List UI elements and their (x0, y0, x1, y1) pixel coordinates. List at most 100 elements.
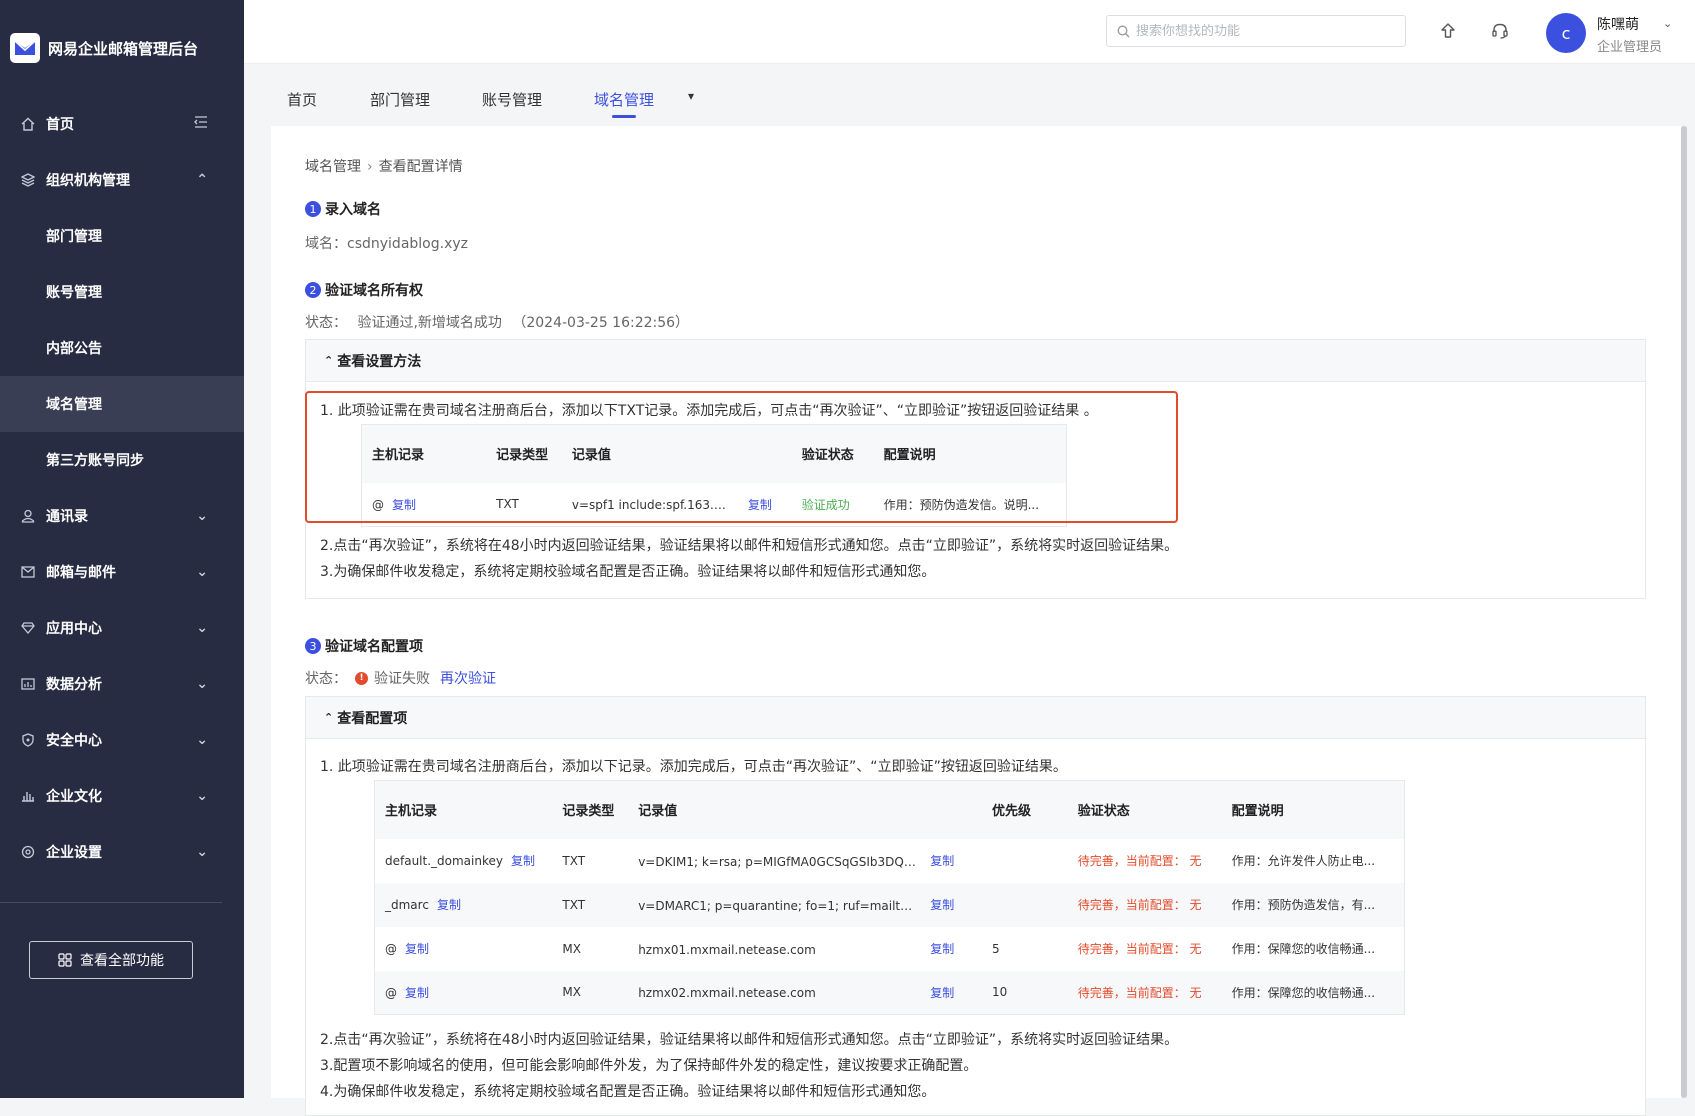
sidebar-item-analytics[interactable]: 数据分析 ⌄ (0, 656, 244, 712)
tab-bar: 首页 部门管理 账号管理 域名管理 ▾ (244, 64, 1695, 126)
error-icon: ! (355, 671, 368, 685)
priority-cell (982, 839, 1068, 883)
table-row: @ 复制 MX hzmx01.mxmail.netease.com 复制 5 待完善… (375, 927, 1405, 971)
description-cell: 作用：保障您的收信畅通... (1221, 970, 1405, 1015)
host-cell: @ 复制 (374, 970, 553, 1015)
breadcrumb-current: 查看配置详情 (378, 159, 463, 175)
tab-home[interactable]: 首页 (287, 89, 317, 110)
verify-status-cell: 待完善，当前配置： 无 (1077, 854, 1202, 868)
sidebar-item-accounts[interactable]: 账号管理 (0, 264, 244, 320)
column-header: 配置说明 (1221, 780, 1405, 839)
highlight-annotation-box (305, 391, 1178, 523)
verify-status-cell: 待完善，当前配置： 无 (1077, 942, 1202, 956)
top-bar: c 陈嘿萌 企业管理员 ⌄ (244, 0, 1695, 64)
sidebar-item-domain[interactable]: 域名管理 (0, 376, 244, 432)
copy-value-link[interactable]: 复制 (930, 986, 954, 1000)
config-note-1: 1. 此项验证需在贵司域名注册商后台，添加以下记录。添加完成后，可点击“再次验证… (320, 759, 1067, 775)
record-value: hzmx01.mxmail.netease.com (638, 942, 816, 957)
chevron-down-icon: ⌄ (196, 732, 208, 748)
grid-icon (58, 953, 72, 967)
description-text: 作用：保障您的收信畅通... (1231, 942, 1376, 956)
status-label: 状态： (305, 315, 347, 331)
table-row: _dmarc 复制 TXT v=DMARC1; p=quarantine; fo=… (374, 882, 1405, 927)
status-text: 验证失败 (374, 671, 430, 687)
copy-value-link[interactable]: 复制 (930, 854, 954, 868)
scrollbar-thumb[interactable] (1681, 126, 1687, 1098)
view-all-features-button[interactable]: 查看全部功能 (29, 941, 193, 979)
copy-host-link[interactable]: 复制 (405, 942, 429, 956)
column-header: 记录值 (628, 780, 983, 839)
tabs-more-chevron-icon[interactable]: ▾ (688, 89, 694, 103)
chevron-down-icon: ⌄ (196, 788, 208, 804)
type-cell: MX (552, 970, 629, 1015)
chevron-down-icon[interactable]: ⌄ (1663, 17, 1672, 30)
type-cell: TXT (552, 882, 629, 927)
record-value: hzmx02.mxmail.netease.com (638, 986, 816, 1001)
upload-icon[interactable] (1437, 20, 1459, 42)
tab-domain[interactable]: 域名管理 (594, 89, 654, 118)
tab-department[interactable]: 部门管理 (370, 89, 430, 110)
sidebar-item-culture[interactable]: 企业文化 ⌄ (0, 768, 244, 824)
description-cell: 作用：保障您的收信畅通... (1222, 927, 1405, 971)
sidebar-item-contacts[interactable]: 通讯录 ⌄ (0, 488, 244, 544)
config-note-2: 2.点击“再次验证”，系统将在48小时内返回验证结果，验证结果将以邮件和短信形式… (320, 1032, 1179, 1048)
description-cell: 作用：允许发件人防止电... (1222, 839, 1405, 883)
tab-accounts[interactable]: 账号管理 (482, 89, 542, 110)
app-title: 网易企业邮箱管理后台 (48, 39, 199, 58)
chevron-down-icon: ⌄ (196, 508, 208, 524)
user-name[interactable]: 陈嘿萌 (1597, 14, 1639, 34)
domain-label: 域名： (305, 236, 347, 252)
shield-icon (20, 733, 36, 747)
chevron-up-icon: ⌃ (324, 711, 334, 724)
sidebar-item-security[interactable]: 安全中心 ⌄ (0, 712, 244, 768)
brand[interactable]: 网易企业邮箱管理后台 (0, 0, 244, 96)
verify-status-cell: 待完善，当前配置： 无 (1067, 970, 1222, 1015)
description-text: 作用：允许发件人防止电... (1231, 854, 1376, 868)
mail-icon (20, 566, 36, 578)
sidebar-item-settings[interactable]: 企业设置 ⌄ (0, 824, 244, 880)
step-number-badge: 3 (305, 638, 321, 654)
host-value: _dmarc (385, 898, 429, 912)
step-title: 录入域名 (325, 202, 381, 218)
retry-verify-link[interactable]: 再次验证 (440, 668, 496, 688)
search-box[interactable] (1106, 15, 1406, 47)
step-number-badge: 2 (305, 282, 321, 298)
copy-host-link[interactable]: 复制 (437, 898, 461, 912)
step-title: 验证域名所有权 (325, 283, 423, 299)
record-value: v=DMARC1; p=quarantine; fo=1; ruf=mailto… (638, 898, 919, 913)
sidebar-item-label: 账号管理 (46, 285, 102, 301)
netease-mail-logo-icon (10, 33, 40, 63)
config-note-3: 3.配置项不影响域名的使用，但可能会影响邮件外发，为了保持邮件外发的稳定性，建议… (320, 1058, 978, 1074)
breadcrumb: 域名管理 › 查看配置详情 (305, 156, 463, 176)
avatar[interactable]: c (1546, 13, 1586, 53)
host-value: @ (385, 985, 397, 1000)
sidebar-item-home[interactable]: 首页 (0, 96, 244, 152)
config-items-toggle[interactable]: ⌃ 查看配置项 (306, 697, 1645, 739)
config-note-4: 4.为确保邮件收发稳定，系统将定期校验域名配置是否正确。验证结果将以邮件和短信形… (320, 1084, 936, 1100)
diamond-icon (20, 622, 36, 634)
search-input[interactable] (1136, 23, 1386, 39)
ownership-status: 状态： 验证通过,新增域名成功 （2024-03-25 16:22:56） (305, 312, 689, 332)
config-status: 状态： ! 验证失败 再次验证 (305, 668, 496, 688)
headset-icon[interactable] (1489, 20, 1511, 42)
layers-icon (20, 173, 36, 187)
sidebar-item-mailbox[interactable]: 邮箱与邮件 ⌄ (0, 544, 244, 600)
priority-cell: 10 (982, 970, 1068, 1015)
column-header: 优先级 (982, 780, 1068, 839)
copy-host-link[interactable]: 复制 (405, 986, 429, 1000)
collapse-menu-icon[interactable] (194, 116, 208, 132)
copy-value-link[interactable]: 复制 (930, 942, 954, 956)
breadcrumb-parent[interactable]: 域名管理 (305, 159, 361, 175)
sidebar-item-department[interactable]: 部门管理 (0, 208, 244, 264)
copy-value-link[interactable]: 复制 (930, 898, 954, 912)
sidebar-item-third-party-sync[interactable]: 第三方账号同步 (0, 432, 244, 488)
user-role: 企业管理员 (1597, 40, 1663, 55)
sidebar-item-organization[interactable]: 组织机构管理 ⌃ (0, 152, 244, 208)
sidebar-item-apps[interactable]: 应用中心 ⌄ (0, 600, 244, 656)
sidebar-item-announcement[interactable]: 内部公告 (0, 320, 244, 376)
setup-method-toggle[interactable]: ⌃ 查看设置方法 (306, 340, 1645, 382)
sidebar-item-label: 内部公告 (46, 341, 102, 357)
description-text: 作用：保障您的收信畅通... (1231, 985, 1376, 1000)
value-cell: hzmx01.mxmail.netease.com 复制 (628, 927, 982, 971)
copy-host-link[interactable]: 复制 (511, 854, 535, 868)
